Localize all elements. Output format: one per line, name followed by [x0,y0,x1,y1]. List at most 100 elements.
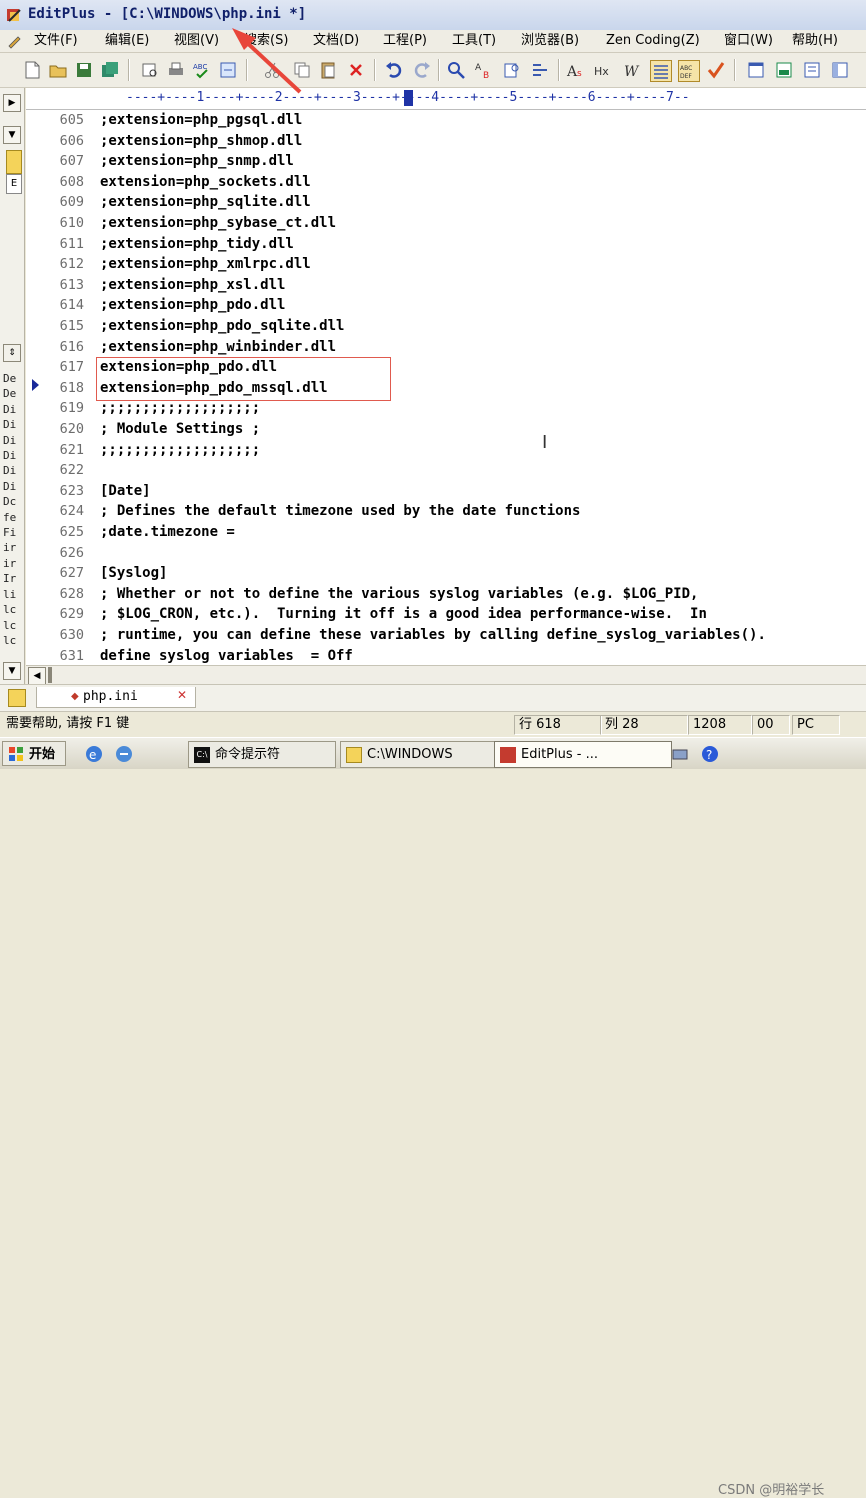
cut-icon[interactable] [262,60,282,80]
code-line[interactable]: 629 ; $LOG_CRON, etc.). Turning it off is… [26,604,866,625]
browser-preview-icon[interactable] [218,60,238,80]
code-text[interactable]: define syslog variables = Off [100,646,353,665]
pane-scroll-down-button[interactable]: ▼ [3,662,21,680]
menu-window[interactable]: 窗口(W) [722,32,775,50]
code-line[interactable]: 628 ; Whether or not to define the variou… [26,584,866,605]
new-file-icon[interactable] [22,60,42,80]
menu-tools[interactable]: 工具(T) [450,32,498,50]
desktop-quicklaunch-icon[interactable] [114,744,134,764]
drive-icon[interactable]: E [6,174,22,194]
drive-dropdown-button[interactable]: ▼ [3,126,21,144]
goto-line-icon[interactable] [530,60,550,80]
code-line[interactable]: 611 ;extension=php_tidy.dll [26,234,866,255]
file-list-item[interactable]: De [3,371,23,386]
print-preview-icon[interactable] [140,60,160,80]
menu-help[interactable]: 帮助(H) [790,32,840,50]
code-line[interactable]: 616 ;extension=php_winbinder.dll [26,337,866,358]
code-line[interactable]: 624 ; Defines the default timezone used b… [26,501,866,522]
code-line[interactable]: 608 extension=php_sockets.dll [26,172,866,193]
file-list-item[interactable]: ir [3,556,23,571]
code-text[interactable]: ; runtime, you can define these variable… [100,625,766,646]
menu-document[interactable]: 文档(D) [311,32,361,50]
window-icon[interactable] [746,60,766,80]
code-line[interactable]: 630 ; runtime, you can define these varia… [26,625,866,646]
file-list-item[interactable]: De [3,386,23,401]
file-list-item[interactable]: ir [3,540,23,555]
file-list-item[interactable]: Di [3,479,23,494]
delete-icon[interactable] [346,60,366,80]
code-text[interactable]: ;extension=php_xmlrpc.dll [100,254,311,275]
code-line[interactable]: 613 ;extension=php_xsl.dll [26,275,866,296]
code-line[interactable]: 609 ;extension=php_sqlite.dll [26,192,866,213]
code-line[interactable]: 626 [26,543,866,564]
directory-window-icon[interactable] [830,60,850,80]
file-list-item[interactable]: Fi [3,525,23,540]
folder-icon[interactable] [6,150,22,174]
replace-icon[interactable]: AB [474,60,494,80]
code-line[interactable]: 623 [Date] [26,481,866,502]
code-text[interactable]: ;extension=php_xsl.dll [100,275,285,296]
code-text[interactable]: ; $LOG_CRON, etc.). Turning it off is a … [100,604,707,625]
code-text[interactable]: ;extension=php_winbinder.dll [100,337,336,358]
code-line[interactable]: 627 [Syslog] [26,563,866,584]
horizontal-scrollbar[interactable]: ◀ [26,665,866,685]
code-line[interactable]: 622 [26,460,866,481]
file-list-item[interactable]: Di [3,417,23,432]
file-list-item[interactable]: Di [3,463,23,478]
line-number-toggle-icon[interactable] [650,60,672,82]
redo-icon[interactable] [412,60,432,80]
code-line[interactable]: 612 ;extension=php_xmlrpc.dll [26,254,866,275]
code-editor[interactable]: 605 ;extension=php_pgsql.dll 606 ;extension… [26,110,866,665]
file-list-item[interactable]: lc [3,633,23,648]
code-line[interactable]: 620 ; Module Settings ; [26,419,866,440]
code-text[interactable]: ; Whether or not to define the various s… [100,584,698,605]
code-text[interactable]: ;extension=php_pdo_sqlite.dll [100,316,344,337]
print-icon[interactable] [166,60,186,80]
close-tab-icon[interactable]: ✕ [177,688,187,702]
find-in-files-icon[interactable] [502,60,522,80]
menu-project[interactable]: 工程(P) [381,32,429,50]
paste-icon[interactable] [318,60,338,80]
menu-file[interactable]: 文件(F) [32,32,80,50]
scroll-thumb[interactable] [48,667,52,683]
menu-search[interactable]: 搜索(S) [242,32,290,50]
copy-icon[interactable] [292,60,312,80]
file-list-item[interactable]: li [3,587,23,602]
scroll-left-button[interactable]: ◀ [28,667,46,685]
file-list-item[interactable]: Dc [3,494,23,509]
output-window-icon[interactable] [774,60,794,80]
hex-view-icon[interactable]: Hx [594,60,614,80]
code-text[interactable]: ; Defines the default timezone used by t… [100,501,580,522]
ruler-toggle-icon[interactable]: ABC DEF [678,60,700,82]
code-line[interactable]: 621;;;;;;;;;;;;;;;;;;; [26,440,866,461]
cliptext-icon[interactable] [802,60,822,80]
pane-collapse-button[interactable]: ▶ [3,94,21,112]
file-list-item[interactable]: Di [3,402,23,417]
ie-quicklaunch-icon[interactable]: e [84,744,104,764]
code-line[interactable]: 610 ;extension=php_sybase_ct.dll [26,213,866,234]
code-text[interactable]: ;extension=php_pdo.dll [100,295,285,316]
code-line[interactable]: 619;;;;;;;;;;;;;;;;;;; [26,398,866,419]
menu-browser[interactable]: 浏览器(B) [519,32,581,50]
file-list-item[interactable]: lc [3,618,23,633]
word-wrap-icon[interactable]: W [622,60,642,80]
file-list-item[interactable]: Di [3,433,23,448]
save-all-icon[interactable] [100,60,120,80]
code-text[interactable]: ;extension=php_snmp.dll [100,151,294,172]
tray-network-icon[interactable] [670,744,690,764]
code-line[interactable]: 605 ;extension=php_pgsql.dll [26,110,866,131]
menu-zen-coding[interactable]: Zen Coding(Z) [604,32,702,50]
code-line[interactable]: 631 define syslog variables = Off [26,646,866,665]
code-line[interactable]: 607 ;extension=php_snmp.dll [26,151,866,172]
menu-view[interactable]: 视图(V) [172,32,221,50]
code-text[interactable]: ;extension=php_shmop.dll [100,131,302,152]
undo-icon[interactable] [384,60,404,80]
file-list-item[interactable]: lc [3,602,23,617]
task-windows-folder[interactable]: C:\WINDOWS [340,741,498,768]
tray-help-icon[interactable]: ? [700,744,720,764]
task-editplus[interactable]: EditPlus - ... [494,741,672,768]
code-text[interactable]: ;date.timezone = [100,522,235,543]
menu-edit[interactable]: 编辑(E) [103,32,151,50]
font-icon[interactable]: As [566,60,586,80]
code-line[interactable]: 606 ;extension=php_shmop.dll [26,131,866,152]
